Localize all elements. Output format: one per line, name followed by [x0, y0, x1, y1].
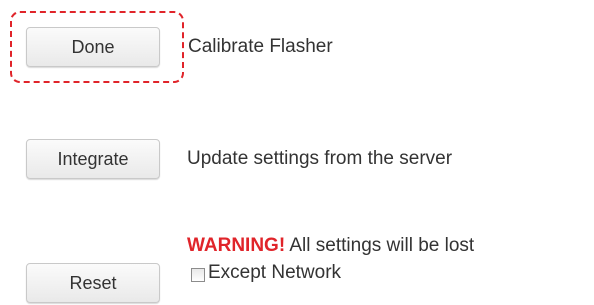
reset-warning-message: WARNING! All settings will be lost	[187, 235, 474, 257]
calibrate-flasher-description: Calibrate Flasher	[188, 36, 333, 57]
reset-button[interactable]: Reset	[26, 263, 160, 303]
warning-label: WARNING!	[187, 235, 286, 256]
warning-text: All settings will be lost	[285, 235, 475, 256]
done-button[interactable]: Done	[26, 27, 160, 67]
update-settings-description: Update settings from the server	[187, 148, 453, 169]
except-network-label: Except Network	[208, 262, 342, 283]
integrate-button[interactable]: Integrate	[26, 139, 160, 179]
except-network-checkbox[interactable]	[191, 268, 205, 282]
except-network-option[interactable]: Except Network	[191, 262, 341, 284]
